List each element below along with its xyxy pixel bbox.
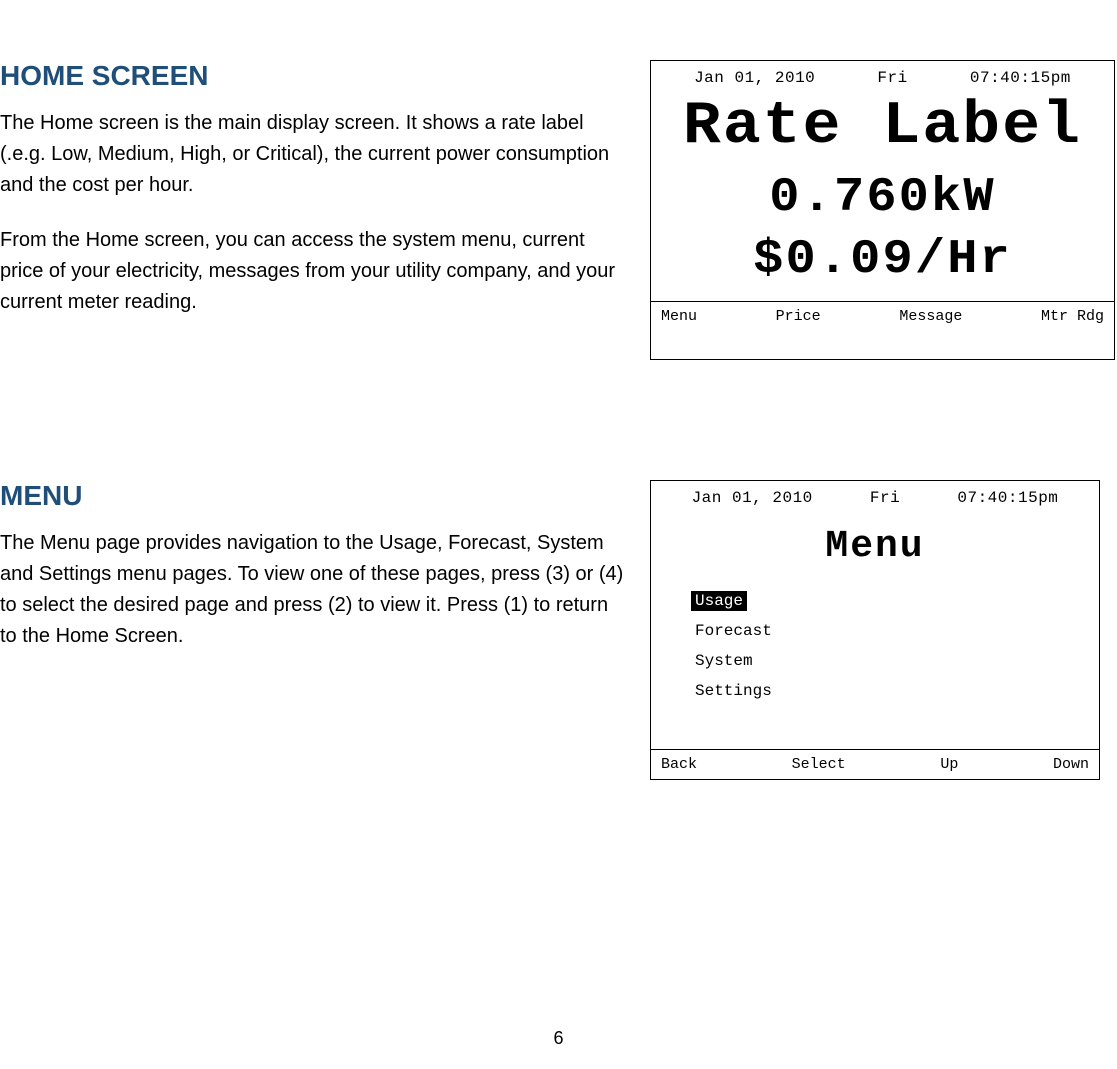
softkey-mtr-rdg[interactable]: Mtr Rdg — [1041, 308, 1104, 325]
menu-heading: MENU — [0, 480, 630, 512]
lcd-day: Fri — [877, 69, 907, 87]
softkey-select[interactable]: Select — [792, 756, 846, 773]
menu-item-settings[interactable]: Settings — [691, 681, 776, 701]
softkey-menu[interactable]: Menu — [661, 308, 697, 325]
lcd-home-screen: Jan 01, 2010 Fri 07:40:15pm Rate Label 0… — [650, 60, 1115, 360]
menu-item-system[interactable]: System — [691, 651, 757, 671]
home-heading: HOME SCREEN — [0, 60, 630, 92]
softkey-down[interactable]: Down — [1053, 756, 1089, 773]
home-paragraph-1: The Home screen is the main display scre… — [0, 108, 630, 201]
menu-item-forecast[interactable]: Forecast — [691, 621, 776, 641]
lcd-date: Jan 01, 2010 — [692, 489, 813, 507]
lcd-time: 07:40:15pm — [970, 69, 1071, 87]
lcd-power-value: 0.760kW — [639, 171, 1117, 225]
lcd-time: 07:40:15pm — [957, 489, 1058, 507]
lcd-date: Jan 01, 2010 — [694, 69, 815, 87]
lcd-rate-label: Rate Label — [639, 97, 1117, 157]
softkey-price[interactable]: Price — [776, 308, 821, 325]
softkey-back[interactable]: Back — [661, 756, 697, 773]
lcd-price-value: $0.09/Hr — [639, 233, 1117, 287]
menu-item-usage[interactable]: Usage — [691, 591, 747, 611]
lcd-menu-screen: Jan 01, 2010 Fri 07:40:15pm Menu Usage F… — [650, 480, 1100, 780]
lcd-day: Fri — [870, 489, 900, 507]
home-paragraph-2: From the Home screen, you can access the… — [0, 225, 630, 318]
lcd-menu-title: Menu — [651, 525, 1099, 568]
softkey-message[interactable]: Message — [899, 308, 962, 325]
page-number: 6 — [0, 1028, 1117, 1049]
softkey-up[interactable]: Up — [940, 756, 958, 773]
menu-paragraph-1: The Menu page provides navigation to the… — [0, 528, 630, 652]
